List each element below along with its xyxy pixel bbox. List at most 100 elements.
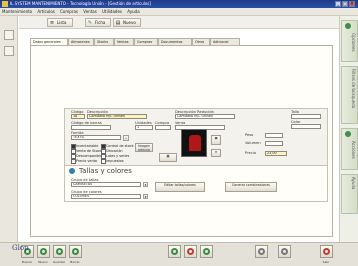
side-tab-ayuda[interactable]: Ayuda — [341, 174, 358, 214]
first-icon — [171, 248, 178, 255]
tab-compras[interactable]: Compras — [134, 38, 158, 45]
color-group-select[interactable]: COLORES — [71, 194, 141, 199]
properties-button[interactable]: ▦ — [159, 153, 177, 162]
list-icon: ≡ — [49, 20, 55, 26]
first-record-button[interactable] — [168, 245, 181, 258]
menu-bar: Mantenimiento Artículos Compras Ventas U… — [0, 8, 358, 16]
list-button[interactable]: ≡ Lista — [47, 18, 73, 27]
save-button[interactable] — [53, 245, 66, 258]
weight-label: Peso — [245, 133, 254, 137]
new-button[interactable]: ▤ Nuevo — [113, 18, 141, 27]
check-descomponible[interactable]: Descomponible — [71, 154, 102, 159]
edit-sizes-colors-button[interactable]: Editar tallas/colores — [155, 182, 205, 192]
tab-almacenes[interactable]: Almacenes — [68, 38, 94, 45]
desc-field[interactable]: Camiseta M/C Unisex — [87, 114, 147, 119]
size-field[interactable] — [291, 114, 321, 119]
delete-image-icon[interactable]: ✕ — [211, 149, 221, 157]
save-button-label: Guardar — [52, 260, 66, 264]
side-tab-opciones[interactable]: Opciones — [341, 20, 358, 62]
menu-articulos[interactable]: Artículos — [37, 9, 54, 14]
check-lotes-series[interactable]: Lotes y series — [101, 154, 129, 159]
volume-field[interactable] — [265, 141, 283, 146]
chevron-down-icon[interactable]: ▾ — [143, 182, 148, 187]
tab-otros[interactable]: Otros — [192, 38, 210, 45]
prev-icon — [187, 248, 194, 255]
tab-general[interactable]: Datos generales — [30, 38, 68, 45]
tab-ventas[interactable]: Ventas — [114, 38, 134, 45]
new-record-button[interactable] — [37, 245, 50, 258]
side-tab-acciones[interactable]: Acciones — [341, 128, 358, 170]
home-icon[interactable] — [4, 30, 14, 40]
print-button[interactable] — [255, 245, 268, 258]
generate-combinations-button[interactable]: Generar combinaciones — [225, 182, 277, 192]
help-icon — [281, 248, 288, 255]
article-form: Código 18 Descripción Camiseta M/C Unise… — [64, 108, 328, 202]
price-field[interactable]: 23,00 — [265, 151, 287, 156]
shirt-icon — [189, 135, 201, 151]
menu-ventas[interactable]: Ventas — [83, 9, 97, 14]
menu-utilidades[interactable]: Utilidades — [102, 9, 122, 14]
exit-button-label: Salir — [322, 260, 330, 264]
family-field[interactable]: TEXTIL — [71, 135, 121, 140]
delete-icon — [72, 248, 79, 255]
search-button-label: Buscar — [21, 260, 33, 264]
palette-icon — [69, 168, 75, 174]
toolbar: ≡ Lista ✎ Ficha ▤ Nuevo — [19, 16, 339, 29]
window-title: IL SYSTEM MANTENIMIENTO - Tecnología Uni… — [10, 1, 151, 6]
menu-mantenimiento[interactable]: Mantenimiento — [2, 9, 32, 14]
left-sidebar — [0, 16, 18, 242]
file-button[interactable]: ✎ Ficha — [85, 18, 111, 27]
chevron-down-icon[interactable]: ▾ — [143, 194, 148, 199]
barcode-field[interactable] — [71, 125, 111, 130]
save-icon — [56, 248, 63, 255]
short-desc-field[interactable]: Camiseta M/C Unisex — [175, 114, 235, 119]
check-precio-venta[interactable]: Precio venta — [71, 159, 97, 164]
delete-button-label: Borrar — [70, 260, 80, 264]
sizes-colors-section: Tallas y colores Grupo de tallas CAMISET… — [65, 165, 327, 201]
camera-icon[interactable]: ◉ — [211, 135, 221, 145]
tab-stocks[interactable]: Stocks — [94, 38, 114, 45]
exit-button[interactable] — [320, 245, 333, 258]
next-icon — [203, 248, 210, 255]
side-tab-filtros[interactable]: Filtros de búsqueda — [341, 66, 358, 124]
image-button[interactable]: Imagen artículo — [135, 143, 153, 152]
delete-button[interactable] — [69, 245, 82, 258]
article-image — [181, 129, 207, 157]
folder-icon[interactable] — [4, 46, 14, 56]
size-group-select[interactable]: CAMISETAS — [71, 182, 141, 187]
check-control-stock[interactable]: Control de stock — [101, 144, 134, 149]
prev-record-button[interactable] — [184, 245, 197, 258]
section-title: Tallas y colores — [79, 167, 132, 175]
next-record-button[interactable] — [200, 245, 213, 258]
tab-documentos[interactable]: Documentos — [158, 38, 192, 45]
options-icon — [345, 23, 351, 29]
new-record-label: Nuevo — [38, 260, 48, 264]
volume-label: Volumen — [245, 141, 261, 145]
check-venta-stock[interactable]: Venta de Stock — [71, 149, 101, 154]
close-button[interactable]: X — [349, 1, 355, 7]
minimize-button[interactable]: _ — [335, 1, 341, 7]
weight-field[interactable] — [265, 133, 283, 138]
search-icon[interactable]: ⌕ — [123, 135, 129, 141]
actions-icon — [345, 131, 351, 137]
right-sidebar: Opciones Filtros de búsqueda Acciones Ay… — [339, 16, 358, 242]
code-field[interactable]: 18 — [71, 114, 85, 119]
tab-strip: Datos generales Almacenes Stocks Ventas … — [30, 38, 330, 45]
units-field[interactable]: 1 — [135, 125, 153, 130]
tab-adicional[interactable]: Adicional — [210, 38, 240, 45]
menu-ayuda[interactable]: Ayuda — [127, 9, 139, 14]
purchase-field[interactable] — [155, 125, 171, 130]
bottom-bar: Buscar Nuevo Guardar Borrar Salir — [0, 242, 358, 266]
add-icon — [40, 248, 47, 255]
window-title-bar: IL SYSTEM MANTENIMIENTO - Tecnología Uni… — [0, 0, 358, 8]
help-button[interactable] — [278, 245, 291, 258]
color-field[interactable] — [291, 124, 321, 129]
check-inventariable[interactable]: Inventariable — [71, 144, 98, 149]
app-logo-icon — [2, 1, 8, 7]
pencil-icon: ✎ — [87, 20, 93, 26]
check-impuestos[interactable]: Impuestos — [101, 159, 124, 164]
exit-icon — [323, 248, 330, 255]
check-ubicacion[interactable]: Ubicación — [101, 149, 123, 154]
menu-compras[interactable]: Compras — [60, 9, 78, 14]
maximize-button[interactable]: □ — [342, 1, 348, 7]
